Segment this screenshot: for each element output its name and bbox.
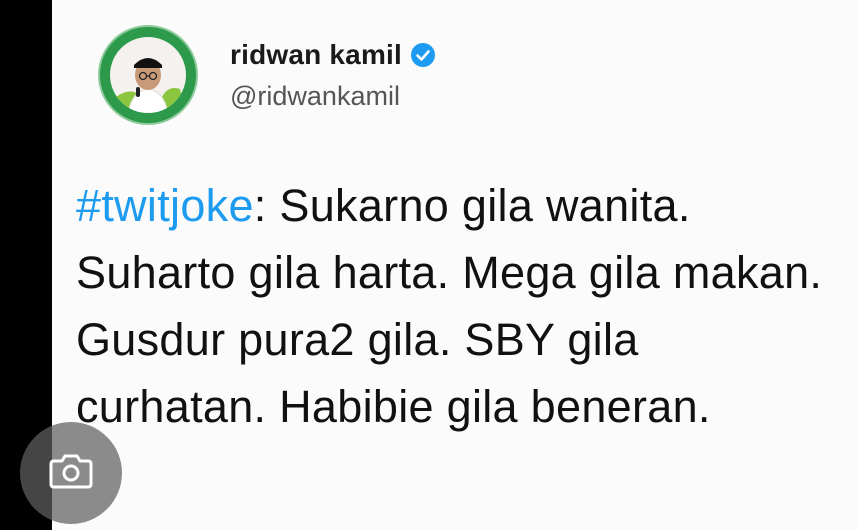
camera-icon [48,451,94,496]
user-meta: ridwan kamil @ridwankamil [230,39,436,112]
tweet-header: ridwan kamil @ridwankamil [100,20,436,130]
verified-badge-icon [410,42,436,68]
tweet-card: ridwan kamil @ridwankamil #twitjoke: Suk… [52,0,857,530]
screenshot-frame: ridwan kamil @ridwankamil #twitjoke: Suk… [0,0,857,530]
tweet-text: #twitjoke: Sukarno gila wanita. Suharto … [76,172,836,440]
name-row: ridwan kamil [230,39,436,71]
avatar-photo [110,37,186,113]
avatar[interactable] [100,27,196,123]
user-handle[interactable]: @ridwankamil [230,81,436,112]
display-name[interactable]: ridwan kamil [230,39,402,71]
camera-overlay-button[interactable] [20,422,122,524]
hashtag-link[interactable]: #twitjoke [76,180,254,231]
